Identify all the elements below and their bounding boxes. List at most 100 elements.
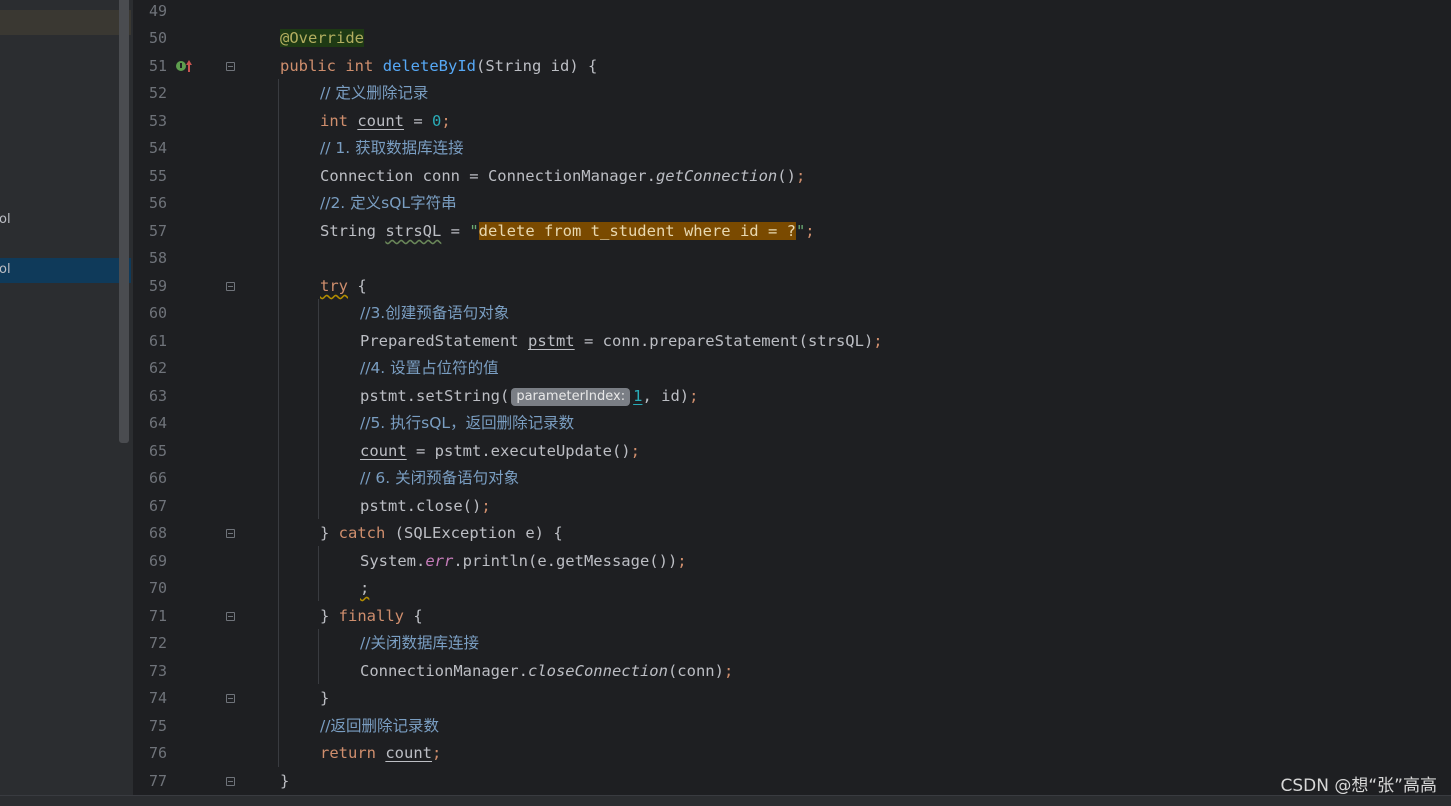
code-line-72[interactable]: //关闭数据库连接 — [360, 633, 479, 653]
sidebar-item-label[interactable]: ol — [0, 262, 11, 277]
fold-marker[interactable] — [226, 612, 235, 621]
code-token: System. — [360, 552, 426, 570]
static-field-token: err — [425, 552, 454, 570]
parameter-hint: parameterIndex: — [511, 388, 631, 406]
variable-token: count — [385, 744, 433, 762]
code-line-64[interactable]: //5. 执行sQL，返回删除记录数 — [360, 413, 574, 433]
line-number: 59 — [148, 277, 167, 295]
code-line-73[interactable]: ConnectionManager.closeConnection(conn); — [360, 661, 733, 681]
static-method-token: getConnection — [655, 167, 778, 185]
code-line-51[interactable]: public int deleteById(String id) { — [280, 56, 597, 76]
semicolon-token: ; — [689, 387, 699, 405]
code-line-76[interactable]: return count; — [320, 743, 441, 763]
variable-token: count — [357, 112, 405, 130]
code-line-59[interactable]: try { — [320, 276, 367, 296]
status-bar — [0, 795, 1451, 806]
comment-token: //返回删除记录数 — [320, 717, 439, 735]
code-token: Connection conn = ConnectionManager. — [320, 167, 656, 185]
line-number: 57 — [148, 222, 167, 240]
keyword-token: public — [280, 57, 336, 75]
code-token: , id) — [642, 387, 690, 405]
code-line-66[interactable]: // 6. 关闭预备语句对象 — [360, 468, 519, 488]
sidebar-item-label[interactable]: ol — [0, 212, 11, 227]
code-line-63[interactable]: pstmt.setString(parameterIndex: 1, id); — [360, 386, 698, 406]
sidebar-highlighted-row[interactable] — [0, 10, 131, 35]
code-line-60[interactable]: //3.创建预备语句对象 — [360, 303, 509, 323]
line-number: 52 — [148, 84, 167, 102]
code-line-56[interactable]: //2. 定义sQL字符串 — [320, 193, 457, 213]
line-number: 65 — [148, 442, 167, 460]
watermark: CSDN @想“张”高高 — [1280, 776, 1438, 796]
fold-marker[interactable] — [226, 777, 235, 786]
line-number: 70 — [148, 579, 167, 597]
keyword-token: return — [320, 744, 376, 762]
code-line-67[interactable]: pstmt.close(); — [360, 496, 491, 516]
line-number: 58 — [148, 249, 167, 267]
semicolon-token: ; — [432, 744, 442, 762]
line-number: 75 — [148, 717, 167, 735]
indent-guide — [278, 79, 279, 767]
line-number: 61 — [148, 332, 167, 350]
code-line-69[interactable]: System.err.println(e.getMessage()); — [360, 551, 687, 571]
code-line-77[interactable]: } — [280, 771, 289, 791]
code-token: PreparedStatement — [360, 332, 528, 350]
code-token: = pstmt.executeUpdate() — [406, 442, 631, 460]
keyword-token: int — [320, 112, 348, 130]
fold-marker[interactable] — [226, 694, 235, 703]
semicolon-token: ; — [805, 222, 815, 240]
override-method-icon[interactable] — [175, 57, 195, 75]
sidebar-scrollbar[interactable] — [119, 0, 129, 443]
code-line-75[interactable]: //返回删除记录数 — [320, 716, 439, 736]
line-number: 60 — [148, 304, 167, 322]
line-number: 56 — [148, 194, 167, 212]
code-token: = — [404, 112, 433, 130]
code-line-74[interactable]: } — [320, 688, 329, 708]
line-number: 67 — [148, 497, 167, 515]
string-quote-token: " — [795, 222, 806, 240]
code-line-61[interactable]: PreparedStatement pstmt = conn.prepareSt… — [360, 331, 883, 351]
comment-token: // 定义删除记录 — [320, 84, 429, 102]
code-token: ConnectionManager. — [360, 662, 528, 680]
semicolon-token: ; — [441, 112, 451, 130]
string-quote-token: " — [469, 222, 479, 240]
line-number: 74 — [148, 689, 167, 707]
code-token: = conn.prepareStatement(strsQL) — [574, 332, 874, 350]
line-number: 55 — [148, 167, 167, 185]
code-token: (SQLException e) { — [385, 524, 563, 542]
code-line-68[interactable]: } catch (SQLException e) { — [320, 523, 563, 543]
code-token: (conn) — [667, 662, 724, 680]
method-name-token: deleteById — [382, 57, 477, 75]
number-token: 0 — [432, 112, 442, 130]
code-line-70[interactable]: ; — [360, 578, 369, 598]
code-token: pstmt.close() — [360, 497, 482, 515]
comment-token: // 1. 获取数据库连接 — [320, 139, 464, 157]
code-token: .println(e.getMessage()) — [453, 552, 678, 570]
sidebar-selected-row[interactable] — [0, 258, 131, 283]
code-token: { — [404, 607, 423, 625]
code-line-55[interactable]: Connection conn = ConnectionManager.getC… — [320, 166, 805, 186]
indent-guide — [318, 546, 319, 601]
code-line-71[interactable]: } finally { — [320, 606, 423, 626]
code-line-57[interactable]: String strsQL = "delete from t_student w… — [320, 221, 815, 241]
semicolon-token: ; — [481, 497, 491, 515]
line-number: 64 — [148, 414, 167, 432]
fold-marker[interactable] — [226, 282, 235, 291]
semicolon-token: ; — [873, 332, 883, 350]
indent-guide — [318, 299, 319, 519]
code-token: } — [280, 772, 290, 790]
line-number: 73 — [148, 662, 167, 680]
code-line-62[interactable]: //4. 设置占位符的值 — [360, 358, 499, 378]
fold-marker[interactable] — [226, 62, 235, 71]
fold-marker[interactable] — [226, 529, 235, 538]
code-line-50[interactable]: @Override — [280, 28, 364, 48]
line-number: 77 — [148, 772, 167, 790]
code-line-52[interactable]: // 定义删除记录 — [320, 83, 428, 103]
line-number: 68 — [148, 524, 167, 542]
line-number: 71 — [148, 607, 167, 625]
code-line-65[interactable]: count = pstmt.executeUpdate(); — [360, 441, 640, 461]
code-line-53[interactable]: int count = 0; — [320, 111, 451, 131]
code-line-54[interactable]: // 1. 获取数据库连接 — [320, 138, 464, 158]
variable-token: strsQL — [385, 222, 442, 240]
comment-token: //5. 执行sQL，返回删除记录数 — [360, 414, 575, 432]
semicolon-token: ; — [795, 167, 806, 185]
